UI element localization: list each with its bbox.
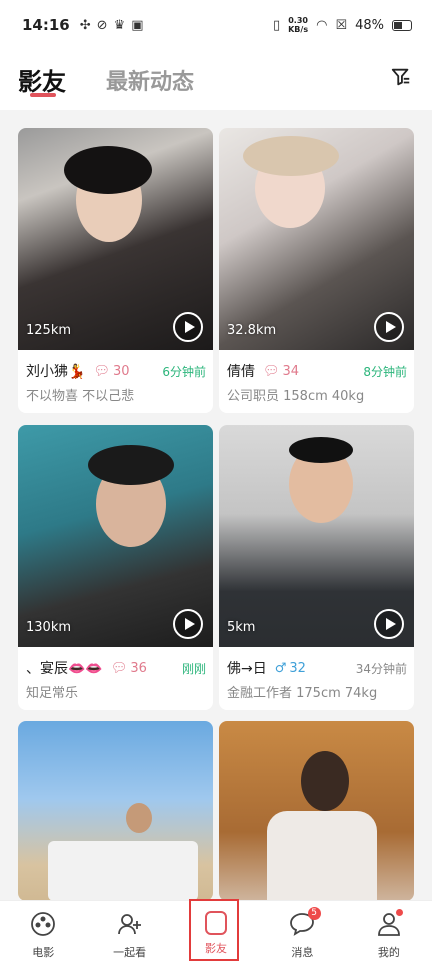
user-subtitle: 公司职员 158cm 40kg	[227, 389, 365, 404]
user-card[interactable]: 130km 、宴辰👄👄 💬︎ 36 刚刚 知足常乐	[18, 425, 213, 710]
distance-label: 32.8km	[227, 323, 277, 338]
user-card[interactable]: 5km 佛→日 ♂ 32 34分钟前 金融工作者 175cm 74kg	[219, 425, 414, 710]
user-photo[interactable]: 5km	[219, 425, 414, 647]
user-subtitle: 不以物喜 不以己悲	[26, 389, 135, 404]
time-ago: 6分钟前	[162, 364, 206, 379]
status-right: ▯ 0.30 KB/s ◠ ☒ 48%	[273, 16, 412, 34]
user-name: 刘小狒💃	[26, 364, 86, 380]
active-tab-highlight	[189, 899, 239, 961]
net-speed: 0.30 KB/s	[288, 16, 308, 34]
comment-count: 💬︎ 30	[93, 364, 129, 379]
comment-icon: 💬︎	[263, 363, 280, 379]
app-notification-icon-2: ⊘	[96, 17, 108, 33]
user-subtitle: 金融工作者 175cm 74kg	[227, 686, 378, 701]
sim-icon: ☒	[335, 17, 348, 33]
wifi-icon: ◠	[316, 17, 328, 33]
net-speed-value: 0.30	[288, 16, 308, 25]
play-icon[interactable]	[374, 312, 404, 342]
battery-percent: 48%	[355, 17, 384, 33]
film-reel-icon	[31, 912, 56, 936]
net-speed-unit: KB/s	[288, 25, 309, 34]
comment-icon: 💬︎	[93, 363, 110, 379]
nav-label: 电影	[32, 946, 55, 959]
comment-count-value: 34	[282, 363, 300, 379]
user-card[interactable]	[18, 721, 213, 901]
tab-active-indicator	[30, 93, 56, 97]
comment-count: 💬︎ 34	[263, 364, 299, 379]
time-ago: 刚刚	[181, 661, 206, 676]
distance-label: 130km	[26, 620, 72, 635]
gender-male-count: ♂ 32	[275, 661, 306, 676]
tab-latest-updates[interactable]: 最新动态	[106, 64, 194, 96]
vibrate-icon: ▯	[272, 17, 281, 33]
nav-watch-together[interactable]: 一起看	[86, 901, 172, 964]
nav-label: 消息	[291, 946, 314, 959]
crown-icon: ♛	[113, 17, 126, 33]
status-left-icons: ✣ ⊘ ♛ ▣	[80, 18, 144, 33]
distance-label: 125km	[26, 323, 72, 338]
comment-count-value: 30	[112, 363, 130, 379]
card-info: 、宴辰👄👄 💬︎ 36 刚刚 知足常乐	[18, 647, 213, 710]
nav-label: 我的	[377, 946, 400, 959]
comment-icon: 💬︎	[110, 660, 128, 676]
user-name: 、宴辰👄👄	[26, 661, 103, 677]
nav-messages[interactable]: 5 消息	[259, 901, 345, 964]
male-icon: ♂	[274, 660, 287, 676]
user-photo[interactable]	[18, 721, 213, 901]
user-photo[interactable]: 32.8km	[219, 128, 414, 350]
comment-count-value: 36	[130, 660, 147, 676]
time-ago: 8分钟前	[363, 364, 407, 379]
user-name: 倩倩	[227, 364, 255, 380]
tab-yingyou[interactable]: 影友	[18, 62, 66, 97]
comment-count-value: 32	[289, 660, 306, 676]
play-icon[interactable]	[374, 609, 404, 639]
nav-label: 一起看	[113, 946, 147, 959]
card-info: 刘小狒💃 💬︎ 30 6分钟前 不以物喜 不以己悲	[18, 350, 213, 413]
nav-movie[interactable]: 电影	[0, 901, 86, 964]
app-notification-icon: ✣	[79, 17, 91, 33]
user-photo[interactable]: 130km	[18, 425, 213, 647]
filter-icon[interactable]	[390, 66, 412, 88]
message-badge: 5	[307, 907, 321, 920]
user-photo[interactable]: 125km	[18, 128, 213, 350]
app-notification-icon-3: ▣	[131, 17, 144, 33]
play-icon[interactable]	[173, 609, 203, 639]
distance-label: 5km	[227, 620, 256, 635]
people-add-icon	[117, 914, 141, 935]
status-bar: 14:16 ✣ ⊘ ♛ ▣ ▯ 0.30 KB/s ◠ ☒ 48%	[0, 0, 432, 50]
user-name: 佛→日	[227, 661, 267, 677]
play-icon[interactable]	[173, 312, 203, 342]
status-time: 14:16	[22, 16, 70, 34]
user-photo[interactable]	[219, 721, 414, 901]
user-card[interactable]: 125km 刘小狒💃 💬︎ 30 6分钟前 不以物喜 不以己悲	[18, 128, 213, 413]
time-ago: 34分钟前	[355, 661, 407, 676]
card-info: 倩倩 💬︎ 34 8分钟前 公司职员 158cm 40kg	[219, 350, 414, 413]
user-card[interactable]: 32.8km 倩倩 💬︎ 34 8分钟前 公司职员 158cm 40kg	[219, 128, 414, 413]
user-card[interactable]	[219, 721, 414, 901]
top-header: 影友 最新动态	[0, 50, 432, 110]
battery-icon	[392, 19, 412, 31]
card-info: 佛→日 ♂ 32 34分钟前 金融工作者 175cm 74kg	[219, 647, 414, 710]
comment-count: 💬︎ 36	[111, 661, 147, 676]
profile-notification-dot	[395, 909, 403, 916]
nav-profile[interactable]: 我的	[346, 901, 432, 964]
user-subtitle: 知足常乐	[26, 686, 79, 701]
